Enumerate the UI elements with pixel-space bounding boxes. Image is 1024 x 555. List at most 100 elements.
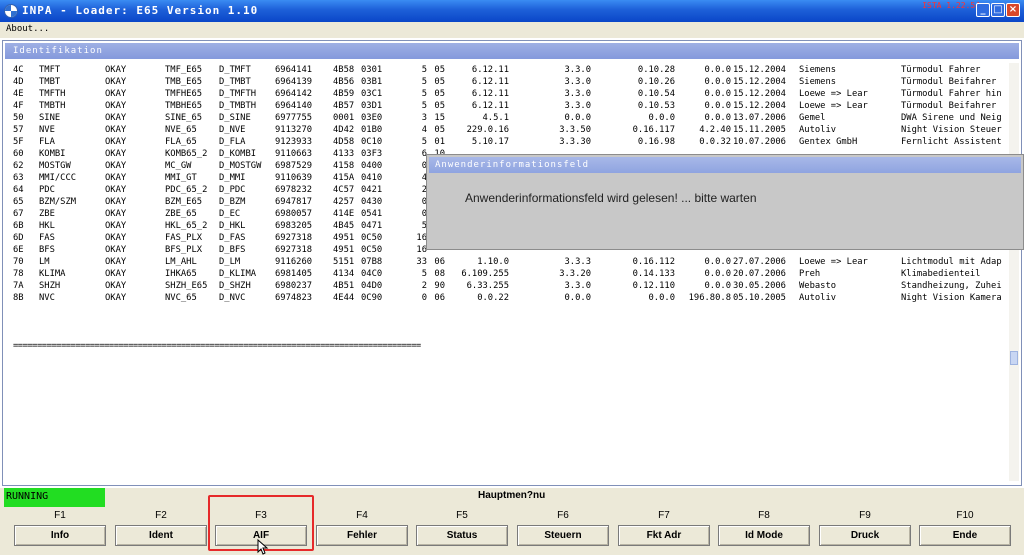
panel-title: Identifikation xyxy=(13,46,103,56)
table-cell: 15.12.2004 xyxy=(733,77,786,87)
table-cell: 20.07.2006 xyxy=(733,269,786,279)
table-cell: PDC xyxy=(39,185,55,195)
table-cell: 03F3 xyxy=(361,149,383,159)
table-cell: 4B58 xyxy=(333,65,355,75)
fkey-button-f9[interactable]: Druck xyxy=(819,525,911,546)
fkey-label-f5: F5 xyxy=(456,510,468,521)
table-cell: 50 xyxy=(13,113,24,123)
table-cell: OKAY xyxy=(105,125,127,135)
table-cell: D_BZM xyxy=(219,197,246,207)
table-cell: 08 xyxy=(434,269,445,279)
table-cell: Fernlicht Assistent xyxy=(901,137,1002,147)
table-cell: D_KLIMA xyxy=(219,269,257,279)
table-cell: 67 xyxy=(13,209,24,219)
table-cell: 0.12.110 xyxy=(632,281,675,291)
table-cell: 0.0.0 xyxy=(648,293,675,303)
table-cell: 01 xyxy=(434,137,445,147)
table-cell: 13.07.2006 xyxy=(733,113,786,123)
table-cell: D_TMBTH xyxy=(219,101,257,111)
table-cell: NVE xyxy=(39,125,55,135)
table-cell: 4B57 xyxy=(333,101,355,111)
table-cell: Night Vision Kamera xyxy=(901,293,1002,303)
table-cell: 0301 xyxy=(361,65,383,75)
table-cell: 15.12.2004 xyxy=(733,65,786,75)
table-cell: D_TMFTH xyxy=(219,89,257,99)
table-cell: 0.0.0 xyxy=(704,77,731,87)
fkey-button-f7[interactable]: Fkt Adr xyxy=(618,525,710,546)
table-cell: 4C57 xyxy=(333,185,355,195)
fkey-label-f2: F2 xyxy=(155,510,167,521)
table-cell: 0C90 xyxy=(361,293,383,303)
vertical-scrollbar[interactable] xyxy=(1009,63,1019,481)
window-title: INPA - Loader: E65 Version 1.10 xyxy=(22,4,259,17)
table-cell: 0C50 xyxy=(361,245,383,255)
table-cell: D_BFS xyxy=(219,245,246,255)
table-cell: 6964139 xyxy=(275,77,313,87)
table-cell: OKAY xyxy=(105,65,127,75)
table-cell: HKL xyxy=(39,221,55,231)
table-cell: 4.2.40 xyxy=(699,125,731,135)
table-cell: SHZH_E65 xyxy=(165,281,208,291)
fkey-button-f5[interactable]: Status xyxy=(416,525,508,546)
close-icon[interactable]: × xyxy=(1006,3,1020,17)
table-cell: Standheizung, Zuhei xyxy=(901,281,1002,291)
table-cell: OKAY xyxy=(105,197,127,207)
menu-item-about[interactable]: About... xyxy=(6,24,49,34)
table-cell: MMI_GT xyxy=(165,173,197,183)
table-cell: 06 xyxy=(434,257,445,267)
table-cell: 6964142 xyxy=(275,89,313,99)
table-cell: Türmodul Beifahrer xyxy=(901,77,997,87)
table-cell: 15.12.2004 xyxy=(733,101,786,111)
table-cell: SINE_65 xyxy=(165,113,203,123)
table-cell: 03B1 xyxy=(361,77,383,87)
fkey-button-f4[interactable]: Fehler xyxy=(316,525,408,546)
table-cell: HKL_65_2 xyxy=(165,221,208,231)
table-cell: D_SINE xyxy=(219,113,251,123)
table-cell: D_EC xyxy=(219,209,241,219)
table-cell: 9110639 xyxy=(275,173,313,183)
table-cell: BZM_E65 xyxy=(165,197,203,207)
running-status-badge: RUNNING xyxy=(4,488,105,507)
table-cell: 5F xyxy=(13,137,24,147)
fkey-button-f2[interactable]: Ident xyxy=(115,525,207,546)
table-cell: 414E xyxy=(333,209,355,219)
table-cell: 3.3.0 xyxy=(564,281,591,291)
table-cell: 0.10.53 xyxy=(637,101,675,111)
table-cell: FLA xyxy=(39,137,55,147)
status-bar: RUNNING Hauptmen?nu F1 Info F2 Ident F3 AIF F4… xyxy=(0,488,1024,555)
fkey-button-f1[interactable]: Info xyxy=(14,525,106,546)
fkey-button-f8[interactable]: Id Mode xyxy=(718,525,810,546)
minimize-icon[interactable]: _ xyxy=(976,3,990,17)
table-cell: MOSTGW xyxy=(39,161,71,171)
table-cell: 05 xyxy=(434,101,445,111)
table-cell: 0 xyxy=(421,197,427,207)
table-cell: 9113270 xyxy=(275,125,313,135)
table-cell: 07B8 xyxy=(361,257,383,267)
fkey-button-f6[interactable]: Steuern xyxy=(517,525,609,546)
table-cell: 64 xyxy=(13,185,24,195)
table-cell: NVC_65 xyxy=(165,293,197,303)
table-cell: 30.05.2006 xyxy=(733,281,786,291)
table-separator: ========================================… xyxy=(13,341,421,351)
fkey-label-f8: F8 xyxy=(758,510,770,521)
table-cell: 3.3.0 xyxy=(564,77,591,87)
scrollbar-thumb[interactable] xyxy=(1010,351,1018,365)
table-cell: 03D1 xyxy=(361,101,383,111)
table-cell: FAS_PLX xyxy=(165,233,203,243)
table-cell: 0.0.22 xyxy=(477,293,509,303)
table-cell: Siemens xyxy=(799,65,837,75)
fkey-button-f10[interactable]: Ende xyxy=(919,525,1011,546)
table-cell: PDC_65_2 xyxy=(165,185,208,195)
table-cell: SINE xyxy=(39,113,61,123)
table-cell: OKAY xyxy=(105,293,127,303)
table-cell: 01B0 xyxy=(361,125,383,135)
dialog-title-bar: Anwenderinformationsfeld xyxy=(429,157,1021,173)
table-cell: KOMBI xyxy=(39,149,66,159)
table-cell: LM xyxy=(39,257,50,267)
table-cell: 0.10.28 xyxy=(637,65,675,75)
table-cell: OKAY xyxy=(105,89,127,99)
maximize-icon[interactable]: □ xyxy=(991,3,1005,17)
table-cell: Loewe => Lear xyxy=(799,257,868,267)
table-cell: 0.0.0 xyxy=(704,101,731,111)
table-cell: 6.12.11 xyxy=(471,65,509,75)
